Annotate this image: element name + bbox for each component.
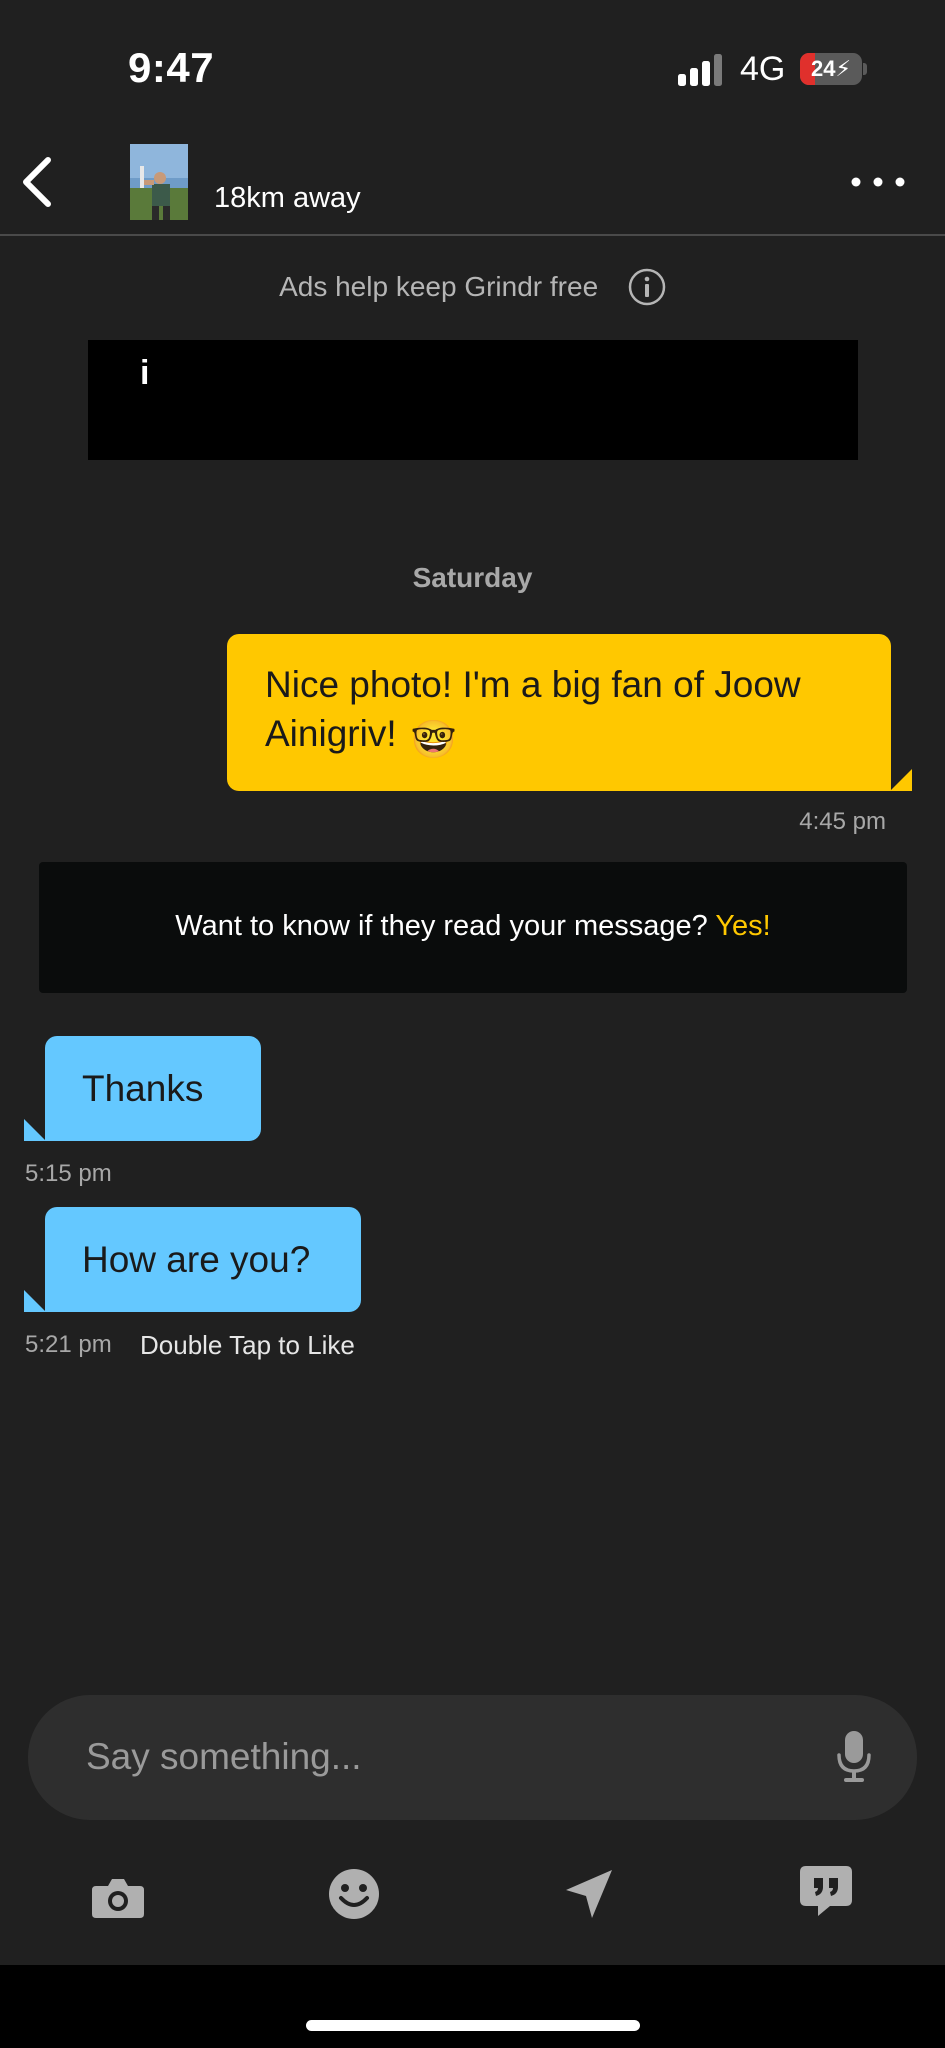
promo-yes-link[interactable]: Yes! xyxy=(715,910,770,942)
battery-icon: 24⚡ xyxy=(800,53,868,85)
read-receipt-promo[interactable]: Want to know if they read your message? … xyxy=(39,862,907,993)
status-bar: 9:47 4G 24⚡ xyxy=(0,0,945,130)
ads-notice: Ads help keep Grindr free xyxy=(0,268,945,306)
incoming-message-bubble[interactable]: How are you? xyxy=(24,1207,361,1312)
day-separator: Saturday xyxy=(412,562,533,593)
message-text: Thanks xyxy=(82,1067,204,1109)
back-button[interactable] xyxy=(14,152,64,212)
message-input[interactable] xyxy=(86,1725,786,1789)
camera-icon[interactable] xyxy=(88,1868,148,1928)
promo-question: Want to know if they read your message? xyxy=(175,910,708,942)
message-timestamp: 5:21 pm xyxy=(25,1331,112,1358)
status-time: 9:47 xyxy=(128,44,215,91)
more-options-button[interactable] xyxy=(850,170,906,194)
cellular-signal-icon xyxy=(678,54,722,86)
double-tap-like-hint: Double Tap to Like xyxy=(140,1330,355,1360)
info-icon[interactable] xyxy=(628,268,666,306)
nerd-face-emoji: 🤓 xyxy=(410,719,457,760)
message-timestamp: 5:15 pm xyxy=(25,1160,112,1187)
home-indicator[interactable] xyxy=(306,2020,640,2031)
message-text: How are you? xyxy=(82,1238,311,1280)
ads-notice-label: Ads help keep Grindr free xyxy=(279,271,599,302)
message-timestamp: 4:45 pm xyxy=(799,808,886,835)
avatar-photo-icon xyxy=(130,144,188,220)
home-indicator-area xyxy=(0,1965,945,2048)
incoming-message-bubble[interactable]: Thanks xyxy=(24,1036,261,1141)
microphone-icon[interactable] xyxy=(836,1731,872,1783)
profile-avatar[interactable] xyxy=(130,144,188,220)
charging-bolt-icon: ⚡ xyxy=(835,56,851,81)
message-text: Nice photo! I'm a big fan of Joow Ainigr… xyxy=(265,660,861,764)
profile-distance: 18km away xyxy=(214,182,361,214)
chat-header: 18km away xyxy=(0,130,945,236)
outgoing-message-bubble[interactable]: Nice photo! I'm a big fan of Joow Ainigr… xyxy=(227,634,912,791)
network-type: 4G xyxy=(740,50,786,88)
saved-phrases-icon[interactable] xyxy=(796,1860,856,1920)
battery-percent: 24 xyxy=(811,56,836,81)
emoji-icon[interactable] xyxy=(324,1864,384,1924)
chat-toolbar xyxy=(0,1860,945,1930)
ad-banner[interactable]: i xyxy=(88,340,858,460)
message-composer xyxy=(28,1695,917,1820)
ad-banner-mark: i xyxy=(140,354,150,392)
location-icon[interactable] xyxy=(560,1864,620,1924)
